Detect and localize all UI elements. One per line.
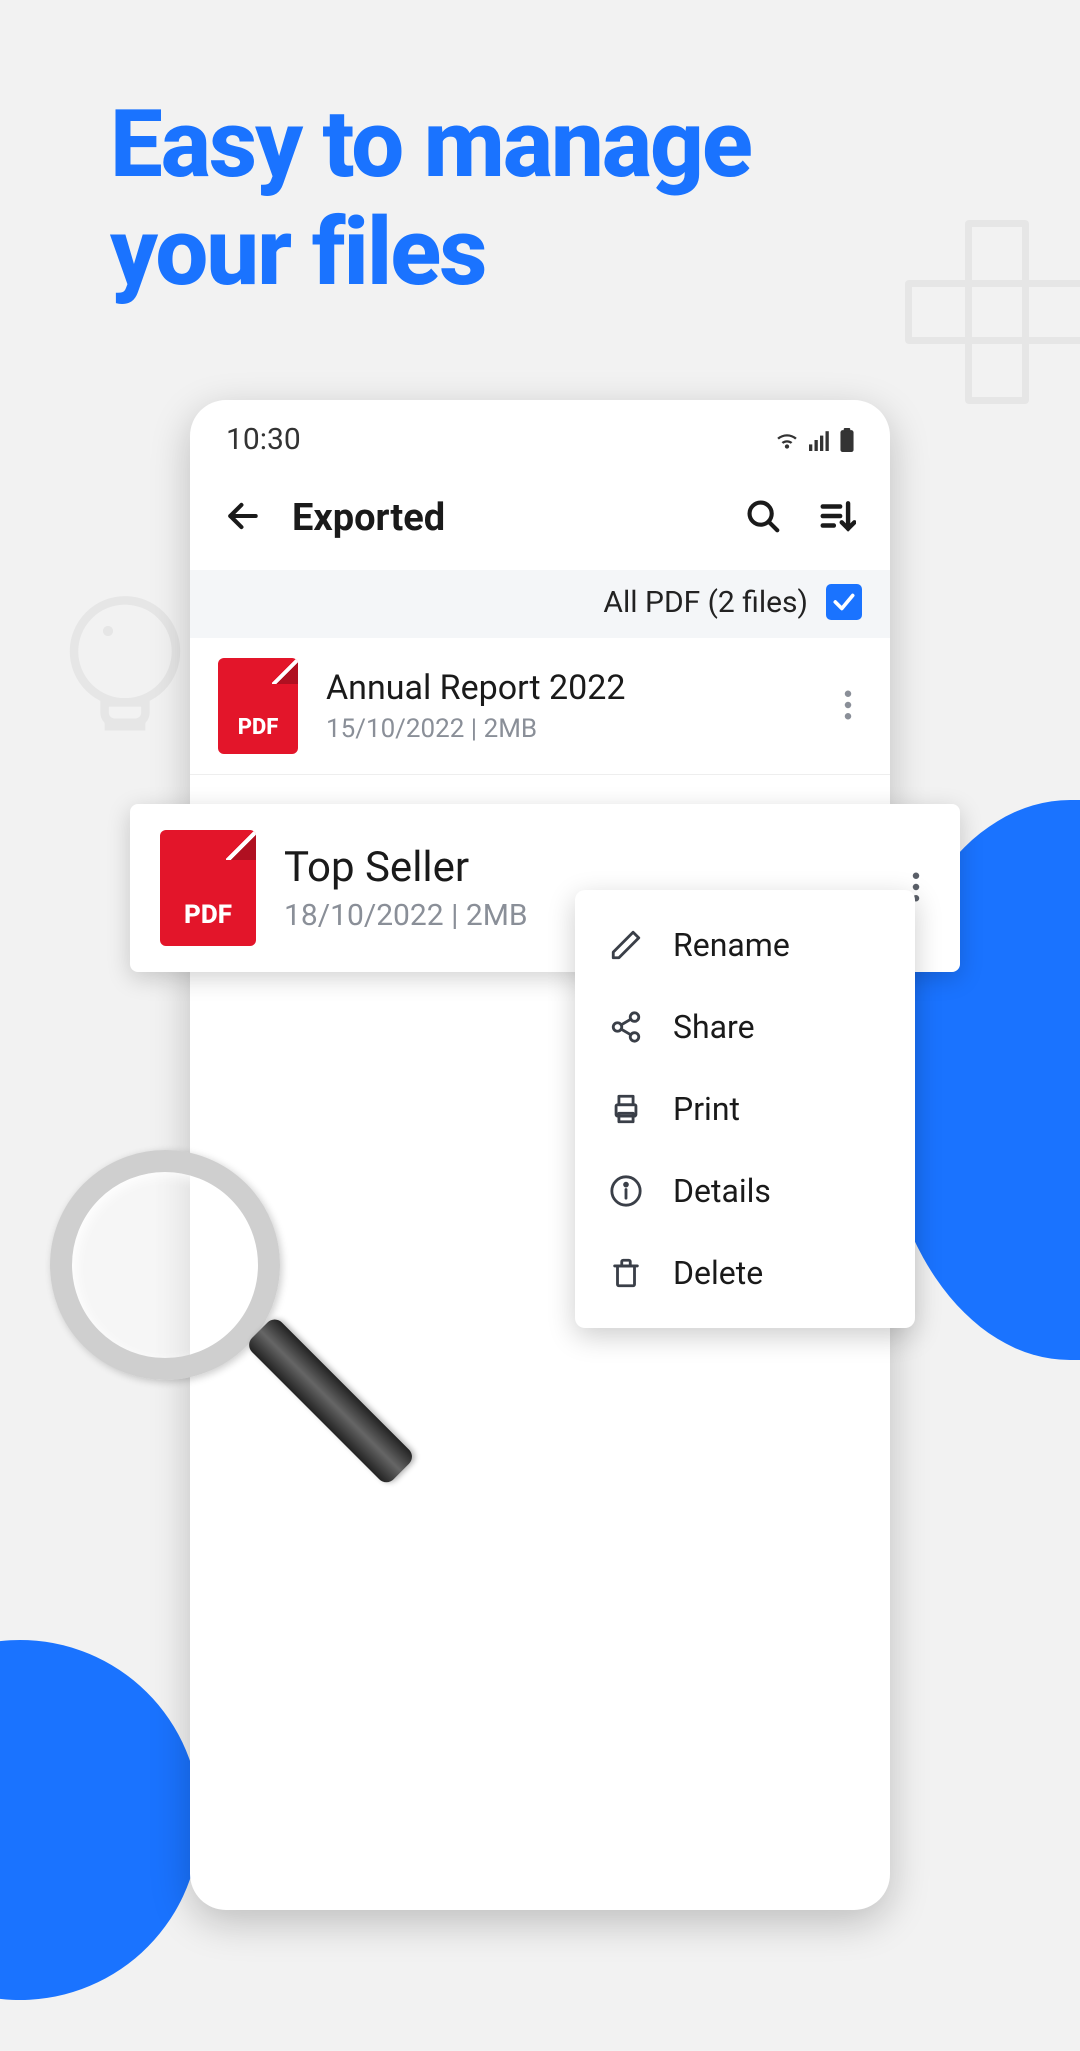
select-all-bar: All PDF (2 files) — [190, 570, 890, 638]
sort-button[interactable] — [812, 491, 862, 544]
select-all-checkbox[interactable] — [826, 584, 862, 620]
status-icons — [774, 428, 854, 452]
menu-rename[interactable]: Rename — [575, 904, 915, 986]
app-bar-title: Exported — [292, 496, 714, 540]
pencil-icon — [609, 928, 643, 962]
check-icon — [831, 589, 857, 615]
signal-icon — [808, 429, 832, 451]
hero-line-2: your files — [110, 197, 485, 307]
menu-print[interactable]: Print — [575, 1068, 915, 1150]
info-icon — [609, 1174, 643, 1208]
menu-label: Share — [673, 1008, 755, 1046]
pdf-icon: PDF — [160, 830, 256, 946]
trash-icon — [609, 1256, 643, 1290]
file-more-button[interactable] — [834, 680, 862, 733]
context-menu: Rename Share Print Details Delete — [575, 890, 915, 1328]
menu-label: Rename — [673, 926, 790, 964]
hero-headline: Easy to manage your files — [110, 90, 751, 306]
file-name: Annual Report 2022 — [326, 668, 806, 708]
menu-details[interactable]: Details — [575, 1150, 915, 1232]
battery-icon — [840, 428, 854, 452]
select-all-label: All PDF (2 files) — [603, 585, 808, 620]
decorative-plus — [905, 220, 1075, 390]
file-text: Annual Report 2022 15/10/2022 | 2MB — [326, 668, 806, 744]
share-icon — [609, 1010, 643, 1044]
search-icon — [744, 497, 782, 535]
menu-label: Delete — [673, 1254, 763, 1292]
back-button[interactable] — [218, 491, 268, 544]
file-name: Top Seller — [284, 843, 874, 892]
file-meta: 15/10/2022 | 2MB — [326, 714, 806, 744]
print-icon — [609, 1092, 643, 1126]
hero-line-1: Easy to manage — [110, 89, 751, 199]
decorative-bulb — [40, 580, 210, 750]
wifi-icon — [774, 429, 800, 451]
menu-label: Print — [673, 1090, 740, 1128]
file-row[interactable]: PDF Annual Report 2022 15/10/2022 | 2MB — [190, 638, 890, 775]
pdf-icon: PDF — [218, 658, 298, 754]
arrow-left-icon — [224, 497, 262, 535]
app-bar: Exported — [190, 473, 890, 570]
menu-share[interactable]: Share — [575, 986, 915, 1068]
menu-delete[interactable]: Delete — [575, 1232, 915, 1314]
status-time: 10:30 — [226, 422, 301, 457]
status-bar: 10:30 — [190, 400, 890, 473]
menu-label: Details — [673, 1172, 771, 1210]
sort-icon — [818, 497, 856, 535]
search-button[interactable] — [738, 491, 788, 544]
more-vertical-icon — [844, 690, 852, 720]
decorative-magnifier — [50, 1150, 390, 1490]
